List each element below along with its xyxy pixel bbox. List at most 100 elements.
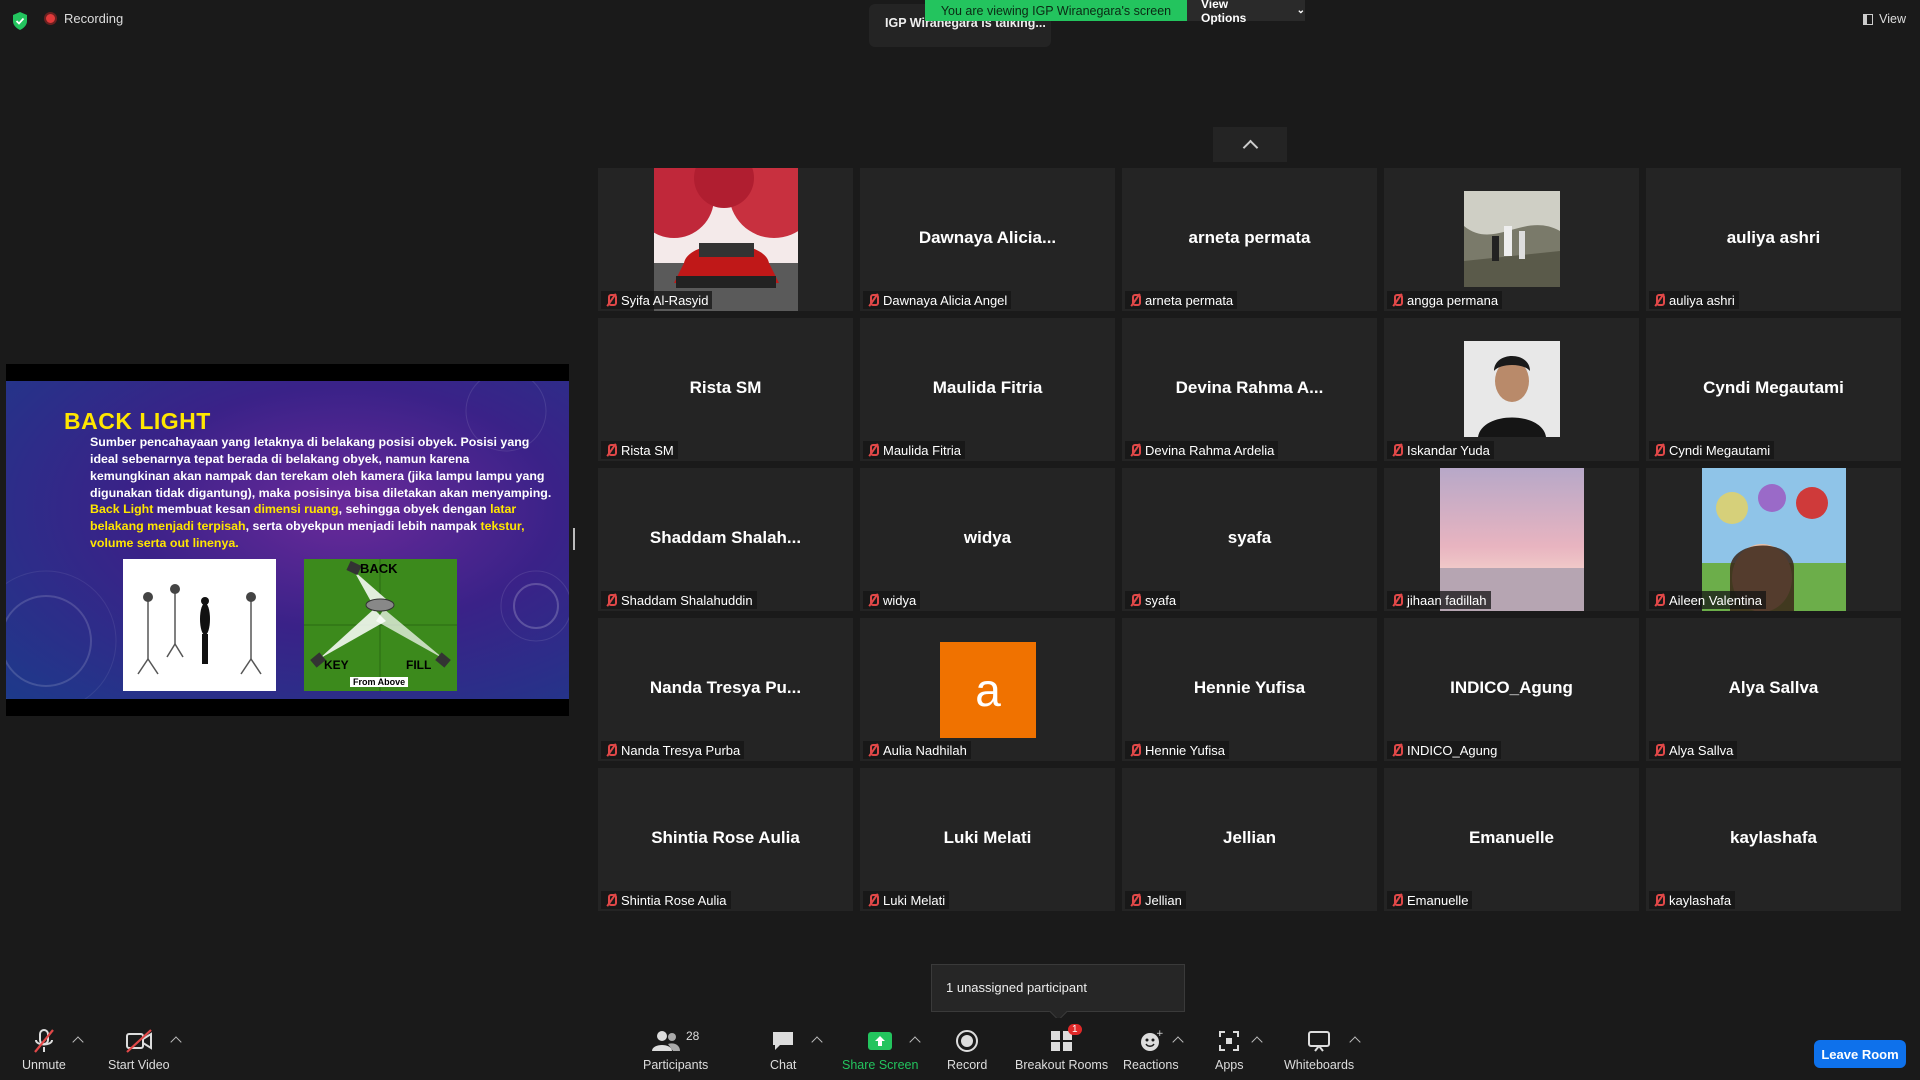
video-options-caret[interactable]: [170, 1036, 182, 1048]
participant-name: auliya ashri: [1669, 292, 1735, 308]
participant-tile[interactable]: a Aulia Nadhilah: [860, 618, 1115, 761]
slide-text-span: , serta obyekpun menjadi lebih nampak: [245, 519, 481, 533]
participant-tile[interactable]: syafa syafa: [1122, 468, 1377, 611]
participant-name-label: Emanuelle: [1387, 891, 1473, 909]
participant-name-label: INDICO_Agung: [1387, 741, 1502, 759]
participant-name: Emanuelle: [1407, 892, 1469, 908]
muted-mic-icon: [867, 294, 879, 306]
chat-options-caret[interactable]: [811, 1036, 823, 1048]
record-icon: [956, 1030, 979, 1052]
participant-tile[interactable]: Aileen Valentina: [1646, 468, 1901, 611]
muted-mic-icon: [1129, 444, 1141, 456]
gallery-scroll-up-button[interactable]: [1213, 127, 1287, 162]
participant-name-label: widya: [863, 591, 921, 609]
participant-tile[interactable]: Alya Sallva Alya Sallva: [1646, 618, 1901, 761]
participant-tile[interactable]: Dawnaya Alicia... Dawnaya Alicia Angel: [860, 168, 1115, 311]
muted-mic-icon: [605, 594, 617, 606]
participant-name-label: syafa: [1125, 591, 1181, 609]
diagram-key-label: KEY: [324, 658, 349, 672]
participant-display-name: syafa: [1227, 528, 1272, 547]
participant-tile[interactable]: Hennie Yufisa Hennie Yufisa: [1122, 618, 1377, 761]
participant-tile[interactable]: auliya ashri auliya ashri: [1646, 168, 1901, 311]
highlight-text: Back Light: [90, 502, 154, 516]
participant-name: Rista SM: [621, 442, 674, 458]
chat-icon: [773, 1032, 794, 1050]
participant-name: Luki Melati: [883, 892, 946, 908]
participant-tile[interactable]: Rista SM Rista SM: [598, 318, 853, 461]
top-bar: Recording IGP Wiranegara is talking... Y…: [0, 0, 1920, 47]
participant-name: widya: [883, 592, 917, 608]
apps-options-caret[interactable]: [1251, 1036, 1263, 1048]
participant-tile[interactable]: Nanda Tresya Pu... Nanda Tresya Purba: [598, 618, 853, 761]
meeting-toolbar: Unmute Start Video 28 Participants Chat …: [0, 1018, 1920, 1080]
participant-tile[interactable]: kaylashafa kaylashafa: [1646, 768, 1901, 911]
apps-button[interactable]: Apps: [1215, 1028, 1244, 1072]
leave-room-button[interactable]: Leave Room: [1814, 1040, 1906, 1068]
diagram-fill-label: FILL: [406, 658, 432, 672]
unassigned-participant-tooltip[interactable]: 1 unassigned participant: [931, 964, 1185, 1012]
participant-tile[interactable]: Luki Melati Luki Melati: [860, 768, 1115, 911]
participant-tile[interactable]: Jellian Jellian: [1122, 768, 1377, 911]
participant-name: Dawnaya Alicia Angel: [883, 292, 1008, 308]
participant-tile[interactable]: widya widya: [860, 468, 1115, 611]
muted-mic-icon: [867, 444, 879, 456]
participant-tile[interactable]: Maulida Fitria Maulida Fitria: [860, 318, 1115, 461]
participant-display-name: widya: [963, 528, 1012, 547]
whiteboards-button[interactable]: Whiteboards: [1284, 1028, 1354, 1072]
participant-display-name: Shintia Rose Aulia: [651, 828, 800, 847]
muted-mic-icon: [867, 744, 879, 756]
muted-mic-icon: [1391, 444, 1403, 456]
diagram-back-label: BACK: [360, 561, 398, 576]
audio-options-caret[interactable]: [72, 1036, 84, 1048]
view-label: View: [1879, 12, 1906, 26]
reactions-button[interactable]: + Reactions: [1123, 1028, 1179, 1072]
muted-mic-icon: [1129, 294, 1141, 306]
participant-tile[interactable]: Shintia Rose Aulia Shintia Rose Aulia: [598, 768, 853, 911]
view-options-button[interactable]: View Options ⌄: [1187, 0, 1305, 25]
chat-button[interactable]: Chat: [770, 1028, 796, 1072]
participant-tile[interactable]: INDICO_Agung INDICO_Agung: [1384, 618, 1639, 761]
participant-name: Cyndi Megautami: [1669, 442, 1771, 458]
muted-mic-icon: [867, 594, 879, 606]
reactions-label: Reactions: [1123, 1058, 1179, 1072]
participant-name: Shintia Rose Aulia: [621, 892, 727, 908]
participant-video: [1440, 468, 1584, 611]
record-button[interactable]: Record: [947, 1028, 987, 1072]
start-video-button[interactable]: Start Video: [108, 1028, 170, 1072]
participant-tile[interactable]: Devina Rahma A... Devina Rahma Ardelia: [1122, 318, 1377, 461]
view-grid-icon: [1863, 13, 1874, 25]
participant-tile[interactable]: Syifa Al-Rasyid: [598, 168, 853, 311]
participant-display-name: kaylashafa: [1730, 828, 1817, 847]
share-screen-button[interactable]: Share Screen: [842, 1028, 918, 1072]
slide-paragraph-2: Back Light membuat kesan dimensi ruang, …: [90, 501, 552, 552]
participants-button[interactable]: 28 Participants: [643, 1028, 708, 1072]
participant-tile[interactable]: Shaddam Shalah... Shaddam Shalahuddin: [598, 468, 853, 611]
apps-icon: [1219, 1031, 1240, 1051]
participant-tile[interactable]: Cyndi Megautami Cyndi Megautami: [1646, 318, 1901, 461]
participant-name-label: Nanda Tresya Purba: [601, 741, 745, 759]
participant-name-label: Luki Melati: [863, 891, 950, 909]
participant-tile[interactable]: arneta permata arneta permata: [1122, 168, 1377, 311]
participant-name-label: angga permana: [1387, 291, 1503, 309]
chevron-up-icon: [1242, 139, 1258, 156]
view-button[interactable]: View: [1863, 12, 1906, 26]
recording-indicator[interactable]: Recording: [44, 11, 123, 26]
muted-mic-icon: [1653, 444, 1665, 456]
shared-screen[interactable]: BACK LIGHT Sumber pencahayaan yang letak…: [6, 364, 569, 716]
participant-tile[interactable]: jihaan fadillah: [1384, 468, 1639, 611]
muted-mic-icon: [605, 294, 617, 306]
muted-mic-icon: [1653, 894, 1665, 906]
participant-tile[interactable]: angga permana: [1384, 168, 1639, 311]
muted-mic-icon: [1391, 744, 1403, 756]
participant-tile[interactable]: Iskandar Yuda: [1384, 318, 1639, 461]
muted-mic-icon: [1129, 744, 1141, 756]
participant-display-name: Rista SM: [689, 378, 762, 397]
shield-icon[interactable]: [12, 12, 28, 30]
participant-name-label: jihaan fadillah: [1387, 591, 1491, 609]
resize-handle[interactable]: [573, 528, 575, 550]
participant-name-label: Cyndi Megautami: [1649, 441, 1775, 459]
unmute-button[interactable]: Unmute: [22, 1028, 66, 1072]
muted-mic-icon: [605, 744, 617, 756]
participant-tile[interactable]: Emanuelle Emanuelle: [1384, 768, 1639, 911]
breakout-rooms-button[interactable]: 1 Breakout Rooms: [1015, 1024, 1108, 1072]
